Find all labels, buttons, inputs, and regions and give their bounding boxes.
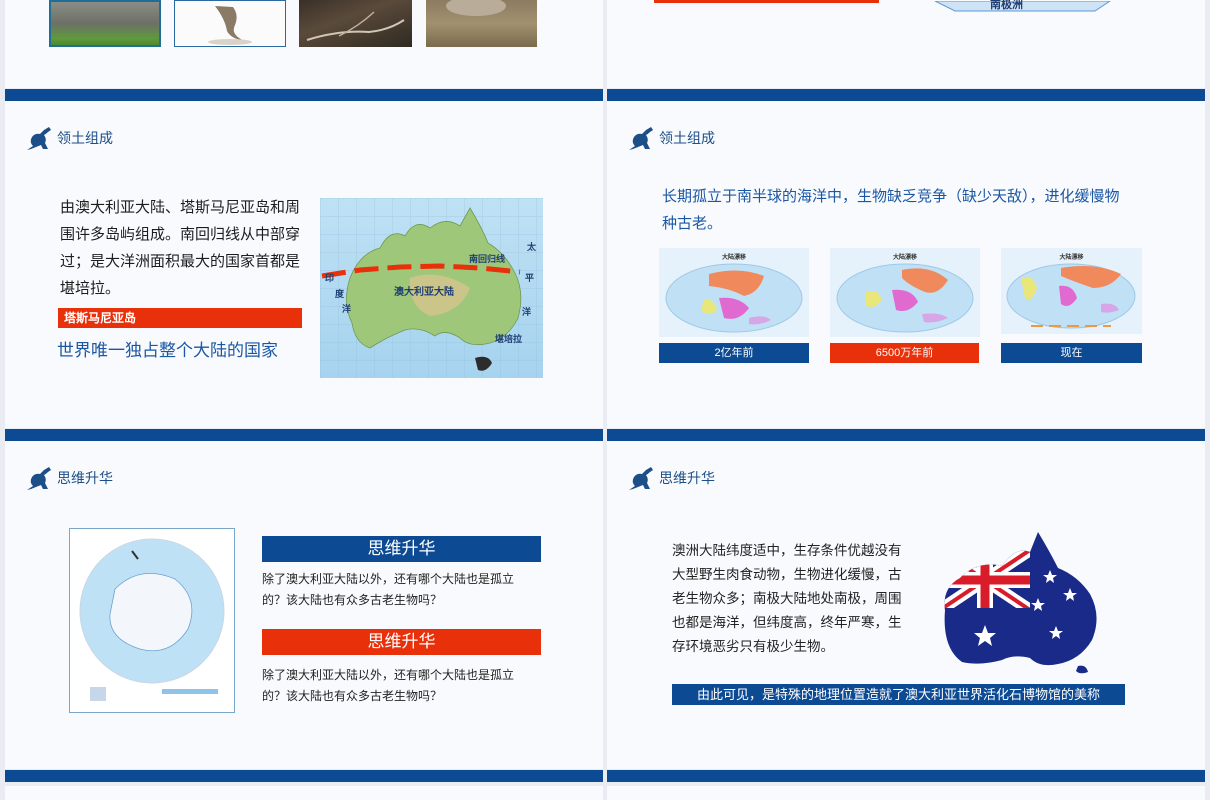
- slide-thinking-flag[interactable]: 思维升华 澳洲大陆纬度适中，生存条件优越没有大型野生肉食动物，生物进化缓慢，古老…: [607, 441, 1205, 769]
- drift-map-3: 大陆漂移: [1001, 248, 1142, 334]
- antarctic-map: [69, 528, 235, 713]
- indian-label-3: 洋: [342, 304, 352, 314]
- red-banner: [654, 0, 879, 3]
- slide-bottom-right[interactable]: [607, 786, 1205, 800]
- drift-map-title: 大陆漂移: [892, 255, 917, 261]
- slide-divider-bar: [607, 429, 1205, 441]
- koala-photo: [49, 0, 161, 47]
- thinking-title-2: 思维升华: [262, 629, 541, 655]
- continent-label: 澳大利亚大陆: [394, 287, 454, 298]
- antarctica-label: 南极洲: [990, 0, 1023, 11]
- slide-divider-bar: [607, 770, 1205, 782]
- kangaroo-icon: [629, 127, 653, 150]
- thinking-question-2: 除了澳大利亚大陆以外，还有哪个大陆也是孤立的？该大陆也有众多古老生物吗？: [262, 668, 515, 703]
- pacific-label-1: 太: [527, 242, 537, 252]
- slide-territory-drift[interactable]: 领土组成 长期孤立于南半球的海洋中，生物缺乏竞争（缺少天敌），进化缓慢物种古老。…: [607, 101, 1205, 428]
- slide-header: 思维升华: [25, 465, 113, 491]
- kangaroo-icon: [27, 127, 51, 150]
- thinking-question-1: 除了澳大利亚大陆以外，还有哪个大陆也是孤立的？该大陆也有众多古老生物吗？: [262, 572, 515, 607]
- indian-label-2: 度: [335, 289, 345, 299]
- thinking-title-1: 思维升华: [262, 536, 541, 562]
- slide-divider-bar: [607, 89, 1205, 101]
- slide-thinking-antarctic[interactable]: 思维升华 思维升华 除了澳大利亚大陆以外，还有哪个大陆也是孤立的？该大陆也有众多…: [5, 441, 603, 769]
- australia-flag-map: [930, 530, 1102, 675]
- slide-top-right[interactable]: 南极洲: [607, 0, 1205, 88]
- isolation-heading: 长期孤立于南半球的海洋中，生物缺乏竞争（缺少天敌），进化缓慢物种古老。: [662, 188, 1120, 232]
- unique-continent-text: 世界唯一独占整个大陆的国家: [57, 341, 278, 360]
- slide-top-left[interactable]: [5, 0, 603, 88]
- drift-caption-1: 2亿年前: [659, 343, 809, 363]
- territory-paragraph: 由澳大利亚大陆、塔斯马尼亚岛和周围许多岛屿组成。南回归线从中部穿过；是大洋洲面积…: [60, 199, 301, 297]
- slide-header-label: 思维升华: [57, 470, 113, 486]
- kangaroo-icon: [27, 467, 51, 490]
- slide-bottom-left[interactable]: [5, 786, 603, 800]
- slide-header-label: 领土组成: [57, 130, 113, 146]
- slide-divider-bar: [5, 770, 603, 782]
- sheep-photo: [426, 0, 537, 47]
- comparison-paragraph: 澳洲大陆纬度适中，生存条件优越没有大型野生肉食动物，生物进化缓慢，古老生物众多；…: [672, 543, 902, 654]
- slide-header-label: 思维升华: [659, 470, 715, 486]
- tropic-label: 南回归线: [469, 254, 506, 264]
- drift-map-2: 大陆漂移: [830, 248, 980, 337]
- slide-divider-bar: [5, 429, 603, 441]
- kangaroo-icon: [629, 467, 653, 490]
- indian-label-1: 印: [325, 273, 335, 283]
- australia-map: 南回归线 澳大利亚大陆 堪培拉 太 平 洋 印 度 洋: [320, 198, 543, 378]
- drift-caption-2: 6500万年前: [830, 343, 979, 363]
- drift-caption-3: 现在: [1001, 343, 1142, 363]
- capital-label: 堪培拉: [495, 334, 523, 344]
- lyrebird-photo: [299, 0, 412, 47]
- slide-header: 领土组成: [627, 125, 715, 151]
- tasmania-label: 塔斯马尼亚岛: [58, 308, 302, 328]
- slide-header: 领土组成: [25, 125, 113, 151]
- slide-territory-map[interactable]: 领土组成 由澳大利亚大陆、塔斯马尼亚岛和周围许多岛屿组成。南回归线从中部穿过；是…: [5, 101, 603, 428]
- conclusion-banner: 由此可见，是特殊的地理位置造就了澳大利亚世界活化石博物馆的美称: [672, 684, 1125, 705]
- slide-divider-bar: [5, 89, 603, 101]
- antarctica-map: 南极洲: [930, 0, 1115, 12]
- drift-map-1: 大陆漂移: [659, 248, 809, 337]
- slide-header-label: 领土组成: [659, 130, 715, 146]
- pacific-label-2: 平: [525, 273, 535, 283]
- drift-map-title: 大陆漂移: [721, 255, 746, 261]
- pacific-label-3: 洋: [522, 307, 532, 317]
- kangaroo-photo: [174, 0, 286, 47]
- drift-map-title: 大陆漂移: [1059, 255, 1084, 261]
- slide-header: 思维升华: [627, 465, 715, 491]
